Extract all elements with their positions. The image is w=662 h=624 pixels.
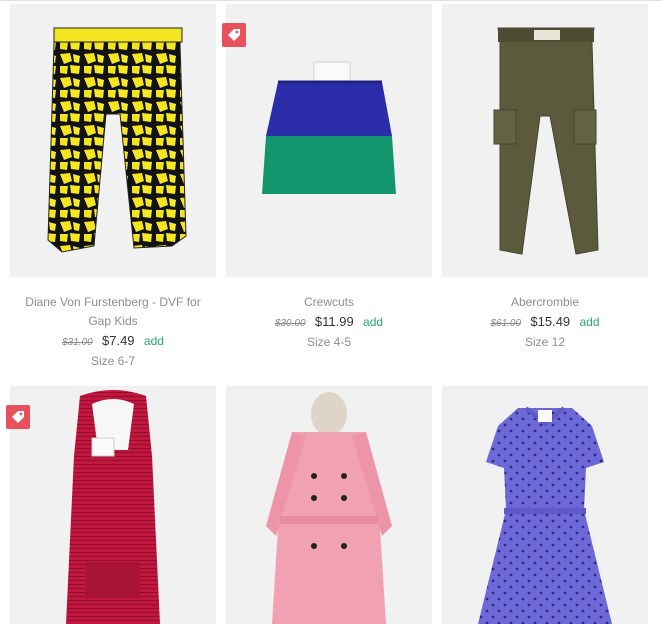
purple-polka-dot-shirt-dress-image [442, 386, 648, 624]
pink-hooded-striped-dress-image [10, 386, 216, 624]
product-brand-link[interactable]: Diane Von Furstenberg - DVF for Gap Kids [10, 293, 216, 331]
product-brand-link[interactable]: Crewcuts [226, 293, 432, 312]
sale-badge [222, 23, 246, 47]
product-card[interactable] [226, 386, 432, 624]
product-brand-link[interactable]: Abercrombie [442, 293, 648, 312]
product-size: Size 4-5 [306, 335, 352, 349]
blue-green-colorblock-skirt-image [226, 4, 432, 277]
add-to-bag-link[interactable]: add [144, 334, 164, 348]
sale-price: $7.49 [102, 333, 135, 348]
olive-cargo-pants-image [442, 4, 648, 277]
product-card[interactable]: Crewcuts $30.00 $11.99 add Size 4-5 [222, 4, 432, 374]
price-line: $31.00 $7.49 add [10, 331, 216, 352]
original-price: $31.00 [62, 337, 93, 348]
product-grid: Diane Von Furstenberg - DVF for Gap Kids… [0, 0, 662, 624]
product-photo[interactable] [442, 386, 648, 624]
yellow-print-capri-pants-image [10, 4, 216, 277]
price-line: $61.00 $15.49 add [442, 312, 648, 333]
pink-trench-coat-image [226, 386, 432, 624]
product-card[interactable]: Abercrombie $61.00 $15.49 add Size 12 [442, 4, 648, 374]
product-photo[interactable] [226, 386, 432, 624]
product-photo[interactable] [10, 4, 216, 277]
product-size: Size 6-7 [90, 354, 136, 368]
sale-badge [6, 405, 30, 429]
original-price: $30.00 [274, 318, 306, 329]
original-price: $61.00 [490, 318, 522, 329]
tag-icon [228, 29, 240, 41]
product-size: Size 12 [524, 335, 566, 349]
product-card[interactable]: Diane Von Furstenberg - DVF for Gap Kids… [10, 4, 216, 374]
product-card[interactable] [442, 386, 648, 624]
tag-icon [12, 411, 24, 423]
product-photo[interactable] [10, 386, 216, 624]
product-card[interactable] [6, 386, 216, 624]
product-photo[interactable] [226, 4, 432, 277]
add-to-bag-link[interactable]: add [363, 315, 383, 329]
sale-price: $11.99 [314, 314, 354, 329]
sale-price: $15.49 [530, 314, 571, 329]
add-to-bag-link[interactable]: add [580, 315, 600, 329]
price-line: $30.00 $11.99 add [226, 312, 432, 333]
product-photo[interactable] [442, 4, 648, 277]
